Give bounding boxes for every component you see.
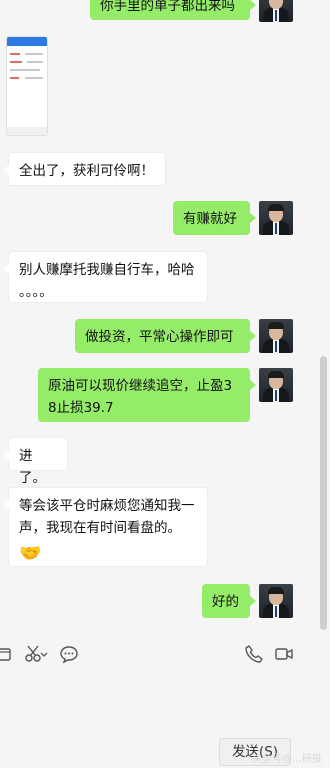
phone-icon[interactable] — [244, 644, 264, 664]
handshake-emoji-icon: 🤝 — [19, 543, 42, 564]
message-bubble-received: 进了。 — [3, 437, 68, 486]
message-text-line: 原油可以现价继续追空，止盈3 — [48, 378, 233, 394]
input-toolbar — [0, 632, 330, 676]
video-call-icon[interactable] — [274, 644, 294, 664]
message-bubble-sent: 你手里的单子都出来吗 — [90, 0, 256, 20]
message-text: 好的 — [212, 594, 239, 610]
message-bubble-sent: 好的 — [202, 584, 256, 618]
message-bubble-sent: 做投资，平常心操作即可 — [75, 319, 256, 353]
message-text: 进了。 — [19, 448, 46, 486]
avatar-self[interactable] — [259, 201, 293, 235]
avatar-self[interactable] — [259, 368, 293, 402]
message-text: 你手里的单子都出来吗 — [100, 0, 235, 14]
avatar-self[interactable] — [259, 0, 293, 22]
message-text-line: 。。。。 — [19, 284, 53, 300]
message-text: 有赚就好 — [183, 211, 237, 227]
watermark-text: 头条号@…研投 — [252, 754, 322, 765]
message-bubble-received: 别人赚摩托我赚自行车，哈哈 。。。。 — [3, 251, 208, 303]
message-text-line: 8止损39.7 — [48, 400, 114, 416]
chat-icon[interactable] — [59, 644, 79, 664]
message-bubble-received: 全出了，获利可伶啊！ — [3, 152, 166, 186]
message-text-line: 声，我现在有时间看盘的。 — [19, 520, 181, 536]
scissors-dropdown-icon[interactable] — [40, 644, 48, 664]
message-text-line: 别人赚摩托我赚自行车，哈哈 — [19, 262, 195, 278]
message-bubble-sent: 有赚就好 — [173, 201, 256, 235]
message-text-line: 等会该平仓时麻烦您通知我一 — [19, 498, 195, 514]
message-text: 全出了，获利可伶啊！ — [19, 163, 154, 179]
chat-history[interactable]: 你手里的单子都出来吗 全出了，获利可伶啊！ 有赚就好 别人赚摩托我赚自行车，哈哈… — [0, 0, 330, 632]
folder-icon[interactable] — [0, 644, 14, 664]
avatar-self[interactable] — [259, 584, 293, 618]
message-bubble-received: 等会该平仓时麻烦您通知我一 声，我现在有时间看盘的。 🤝 — [3, 487, 208, 567]
avatar-self[interactable] — [259, 319, 293, 353]
scrollbar-thumb[interactable] — [320, 356, 327, 630]
message-bubble-sent: 原油可以现价继续追空，止盈3 8止损39.7 — [38, 368, 256, 422]
image-message[interactable] — [6, 36, 48, 136]
message-text: 做投资，平常心操作即可 — [85, 329, 234, 345]
